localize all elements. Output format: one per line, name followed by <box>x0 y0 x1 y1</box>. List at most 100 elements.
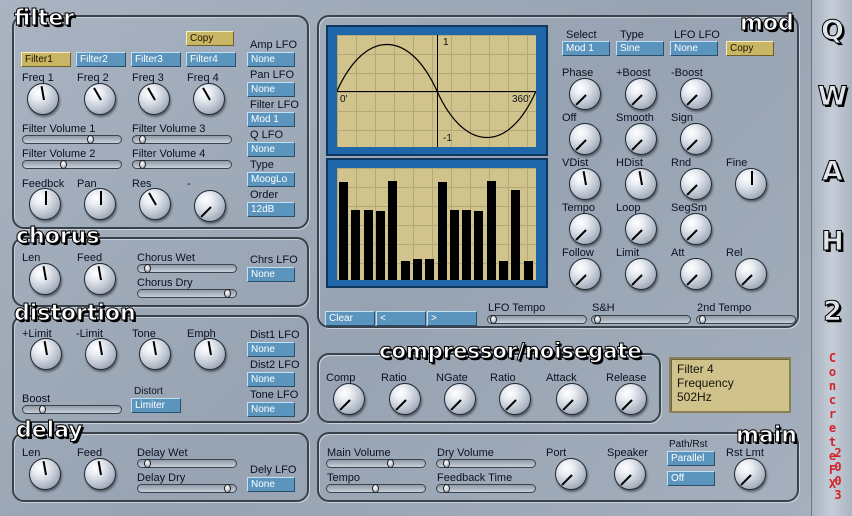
minus-boost-knob[interactable] <box>680 78 712 110</box>
clear-button[interactable]: Clear <box>325 311 375 326</box>
rst-lmt-knob[interactable] <box>734 458 766 490</box>
step-bar[interactable] <box>487 181 496 280</box>
main-volume-slider[interactable] <box>326 459 426 468</box>
step-bar[interactable] <box>524 261 533 280</box>
tone-lfo-button[interactable]: None <box>247 402 295 417</box>
reset-button[interactable]: Off <box>667 471 715 486</box>
step-bar[interactable] <box>339 182 348 280</box>
speaker-knob[interactable] <box>614 458 646 490</box>
freq3-knob[interactable] <box>138 83 170 115</box>
filter-volume1-slider[interactable] <box>22 135 122 144</box>
step-bar[interactable] <box>413 259 422 280</box>
emph-knob[interactable] <box>194 338 226 370</box>
minus-limit-knob[interactable] <box>85 338 117 370</box>
rel-knob[interactable] <box>735 258 767 290</box>
step-bar[interactable] <box>438 182 447 280</box>
att-knob[interactable] <box>680 258 712 290</box>
dry-volume-slider[interactable] <box>436 459 536 468</box>
step-bar[interactable] <box>351 210 360 280</box>
loop-knob[interactable] <box>625 213 657 245</box>
delay-lfo-button[interactable]: None <box>247 477 295 492</box>
filter-copy-button[interactable]: Copy <box>186 31 234 46</box>
filter2-button[interactable]: Filter2 <box>76 52 126 67</box>
step-bar[interactable] <box>364 210 373 280</box>
step-bar[interactable] <box>450 210 459 280</box>
mod-copy-button[interactable]: Copy <box>726 41 774 56</box>
dist1-lfo-button[interactable]: None <box>247 342 295 357</box>
comp-ratio-knob[interactable] <box>389 383 421 415</box>
step-bar[interactable] <box>425 259 434 280</box>
lfo-tempo-slider[interactable] <box>487 315 587 324</box>
filter-order-button[interactable]: 12dB <box>247 202 295 217</box>
filter-type-button[interactable]: MoogLo <box>247 172 295 187</box>
smooth-knob[interactable] <box>625 123 657 155</box>
lfo-lfo-button[interactable]: None <box>670 41 718 56</box>
filter3-button[interactable]: Filter3 <box>131 52 181 67</box>
filter-volume4-slider[interactable] <box>132 160 232 169</box>
step-bar[interactable] <box>401 261 410 280</box>
filter-volume2-slider[interactable] <box>22 160 122 169</box>
dist2-lfo-button[interactable]: None <box>247 372 295 387</box>
mod-tempo-knob[interactable] <box>569 213 601 245</box>
tone-knob[interactable] <box>139 338 171 370</box>
segsm-knob[interactable] <box>680 213 712 245</box>
comp-knob[interactable] <box>333 383 365 415</box>
chorus-lfo-button[interactable]: None <box>247 267 295 282</box>
release-knob[interactable] <box>615 383 647 415</box>
pan-lfo-button[interactable]: None <box>247 82 295 97</box>
attack-knob[interactable] <box>556 383 588 415</box>
delay-feed-knob[interactable] <box>84 458 116 490</box>
res-knob[interactable] <box>139 188 171 220</box>
path-button[interactable]: Parallel <box>667 451 715 466</box>
amp-lfo-button[interactable]: None <box>247 52 295 67</box>
follow-knob[interactable] <box>569 258 601 290</box>
phase-knob[interactable] <box>569 78 601 110</box>
feedback-knob[interactable] <box>29 188 61 220</box>
hdist-knob[interactable] <box>625 168 657 200</box>
chorus-wet-slider[interactable] <box>137 264 237 273</box>
freq4-knob[interactable] <box>193 83 225 115</box>
step-bar[interactable] <box>388 181 397 280</box>
step-bar[interactable] <box>462 210 471 280</box>
q-lfo-button[interactable]: None <box>247 142 295 157</box>
feedback-time-slider[interactable] <box>436 484 536 493</box>
freq1-knob[interactable] <box>27 83 59 115</box>
second-tempo-slider[interactable] <box>696 315 796 324</box>
mod-waveform-type-button[interactable]: Sine <box>616 41 664 56</box>
fine-knob[interactable] <box>735 168 767 200</box>
plus-boost-knob[interactable] <box>625 78 657 110</box>
step-bar[interactable] <box>499 261 508 280</box>
gate-ratio-knob[interactable] <box>499 383 531 415</box>
vdist-knob[interactable] <box>569 168 601 200</box>
freq2-knob[interactable] <box>84 83 116 115</box>
mod-select-button[interactable]: Mod 1 <box>562 41 610 56</box>
port-knob[interactable] <box>555 458 587 490</box>
delay-wet-slider[interactable] <box>137 459 237 468</box>
chorus-len-knob[interactable] <box>29 263 61 295</box>
off-knob[interactable] <box>569 123 601 155</box>
plus-limit-knob[interactable] <box>30 338 62 370</box>
sign-knob[interactable] <box>680 123 712 155</box>
filter4-button[interactable]: Filter4 <box>186 52 236 67</box>
step-bar[interactable] <box>474 211 483 280</box>
delay-len-knob[interactable] <box>29 458 61 490</box>
sh-slider[interactable] <box>591 315 691 324</box>
limit-knob[interactable] <box>625 258 657 290</box>
next-button[interactable]: > <box>427 311 477 326</box>
distort-type-button[interactable]: Limiter <box>131 398 181 413</box>
delay-dry-slider[interactable] <box>137 484 237 493</box>
step-bar[interactable] <box>511 190 520 280</box>
prev-button[interactable]: < <box>376 311 426 326</box>
unused-knob[interactable] <box>194 190 226 222</box>
chorus-dry-slider[interactable] <box>137 289 237 298</box>
step-sequencer-screen[interactable] <box>337 168 536 280</box>
chorus-feed-knob[interactable] <box>84 263 116 295</box>
ngate-knob[interactable] <box>444 383 476 415</box>
boost-slider[interactable] <box>22 405 122 414</box>
filter1-button[interactable]: Filter1 <box>21 52 71 67</box>
filter-lfo-button[interactable]: Mod 1 <box>247 112 295 127</box>
pan-knob[interactable] <box>84 188 116 220</box>
lfo-waveform-screen[interactable]: 1 0' 360' -1 <box>337 35 536 147</box>
rnd-knob[interactable] <box>680 168 712 200</box>
step-bar[interactable] <box>376 211 385 280</box>
